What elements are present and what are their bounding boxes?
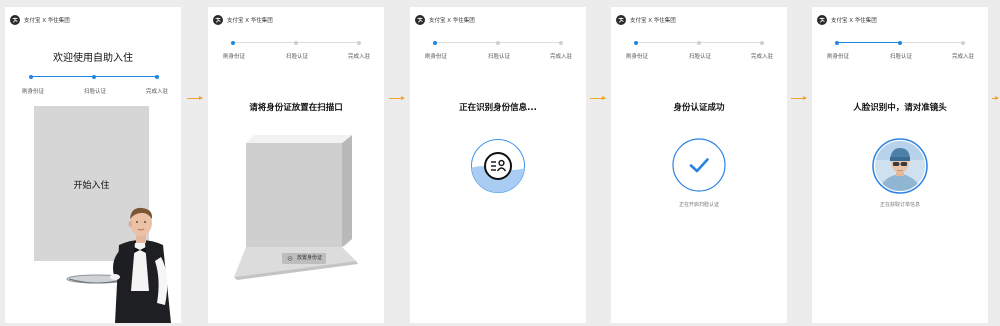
brand-header: 支付宝 X 华住集团 [616, 14, 676, 26]
step-dot-1 [433, 41, 437, 45]
step-label-2: 扫脸认证 [285, 54, 309, 60]
step-label-2: 扫脸认证 [688, 54, 712, 60]
page-title: 人脸识别中，请对准镜头 [853, 103, 947, 113]
progress-stepper [835, 41, 965, 45]
step-dot-3 [559, 41, 563, 45]
step-label-3: 完成入驻 [549, 54, 573, 60]
step-dot-2 [92, 75, 96, 79]
step-dot-3 [357, 41, 361, 45]
progress-stepper [29, 75, 159, 79]
place-id-slot-label: 放置身份证 [297, 255, 323, 261]
flow-arrow-4 [791, 96, 807, 100]
brand-header: 支付宝 X 华住集团 [10, 14, 70, 26]
flow-arrow-5 [992, 96, 999, 100]
brand-header: 支付宝 X 华住集团 [213, 14, 273, 26]
status-text: 正在获取订单信息 [879, 202, 920, 208]
waiter-illustration [45, 207, 181, 323]
brand-header: 支付宝 X 华住集团 [415, 14, 475, 26]
step-dot-1 [231, 41, 235, 45]
step-label-3: 完成入驻 [347, 54, 371, 60]
page-title: 请将身份证放置在扫描口 [249, 103, 343, 113]
alipay-logo-icon [415, 15, 425, 25]
step-dot-1 [835, 41, 839, 45]
step-dot-2 [898, 41, 902, 45]
progress-stepper [634, 41, 764, 45]
page-title: 身份认证成功 [673, 103, 725, 113]
alipay-logo-icon [817, 15, 827, 25]
brand-text: 支付宝 X 华住集团 [24, 18, 70, 24]
step-dot-2 [697, 41, 701, 45]
progress-stepper [231, 41, 361, 45]
step-dot-1 [634, 41, 638, 45]
step-dot-3 [760, 41, 764, 45]
step-label-2: 扫脸认证 [889, 54, 913, 60]
step-label-1: 刷身份证 [424, 54, 448, 60]
step-dot-2 [294, 41, 298, 45]
step-label-2: 扫脸认证 [487, 54, 511, 60]
stepper-progress [837, 42, 900, 43]
flow-arrow-1 [187, 96, 203, 100]
screen-welcome: 支付宝 X 华住集团 欢迎使用自助入住 刷身份证 扫脸认证 完成入驻 开始入住 [5, 7, 181, 323]
start-checkin-label: 开始入住 [73, 180, 110, 190]
step-label-1: 刷身份证 [826, 54, 850, 60]
step-label-3: 完成入驻 [951, 54, 975, 60]
screen-face-scan: 支付宝 X 华住集团 刷身份证 扫脸认证 完成入驻 人脸识别中，请对准镜头 正在… [812, 7, 988, 323]
page-title: 欢迎使用自助入住 [53, 53, 133, 64]
screen-id-success: 支付宝 X 华住集团 刷身份证 扫脸认证 完成入驻 身份认证成功 正在开启扫脸认… [611, 7, 787, 323]
brand-text: 支付宝 X 华住集团 [630, 18, 676, 24]
step-dot-1 [29, 75, 33, 79]
status-text: 正在开启扫脸认证 [678, 202, 719, 208]
step-label-3: 完成入驻 [145, 89, 169, 95]
step-dot-3 [155, 75, 159, 79]
brand-text: 支付宝 X 华住集团 [831, 18, 877, 24]
screen-place-id: 支付宝 X 华住集团 刷身份证 扫脸认证 完成入驻 请将身份证放置在扫描口 放置… [208, 7, 384, 323]
step-dot-2 [496, 41, 500, 45]
page-title: 正在识别身份信息... [459, 103, 537, 113]
step-label-1: 刷身份证 [625, 54, 649, 60]
progress-stepper [433, 41, 563, 45]
alipay-logo-icon [213, 15, 223, 25]
step-label-1: 刷身份证 [21, 89, 45, 95]
step-label-2: 扫脸认证 [83, 89, 107, 95]
step-label-1: 刷身份证 [222, 54, 246, 60]
success-check-icon [672, 138, 726, 192]
brand-text: 支付宝 X 华住集团 [429, 18, 475, 24]
id-scan-progress-icon [471, 139, 525, 193]
step-label-3: 完成入驻 [750, 54, 774, 60]
brand-text: 支付宝 X 华住集团 [227, 18, 273, 24]
flow-arrow-3 [590, 96, 606, 100]
face-scan-camera-icon [872, 138, 928, 194]
alipay-logo-icon [616, 15, 626, 25]
step-dot-3 [961, 41, 965, 45]
alipay-logo-icon [10, 15, 20, 25]
brand-header: 支付宝 X 华住集团 [817, 14, 877, 26]
screen-recognizing: 支付宝 X 华住集团 刷身份证 扫脸认证 完成入驻 正在识别身份信息... [410, 7, 586, 323]
flow-arrow-2 [389, 96, 405, 100]
